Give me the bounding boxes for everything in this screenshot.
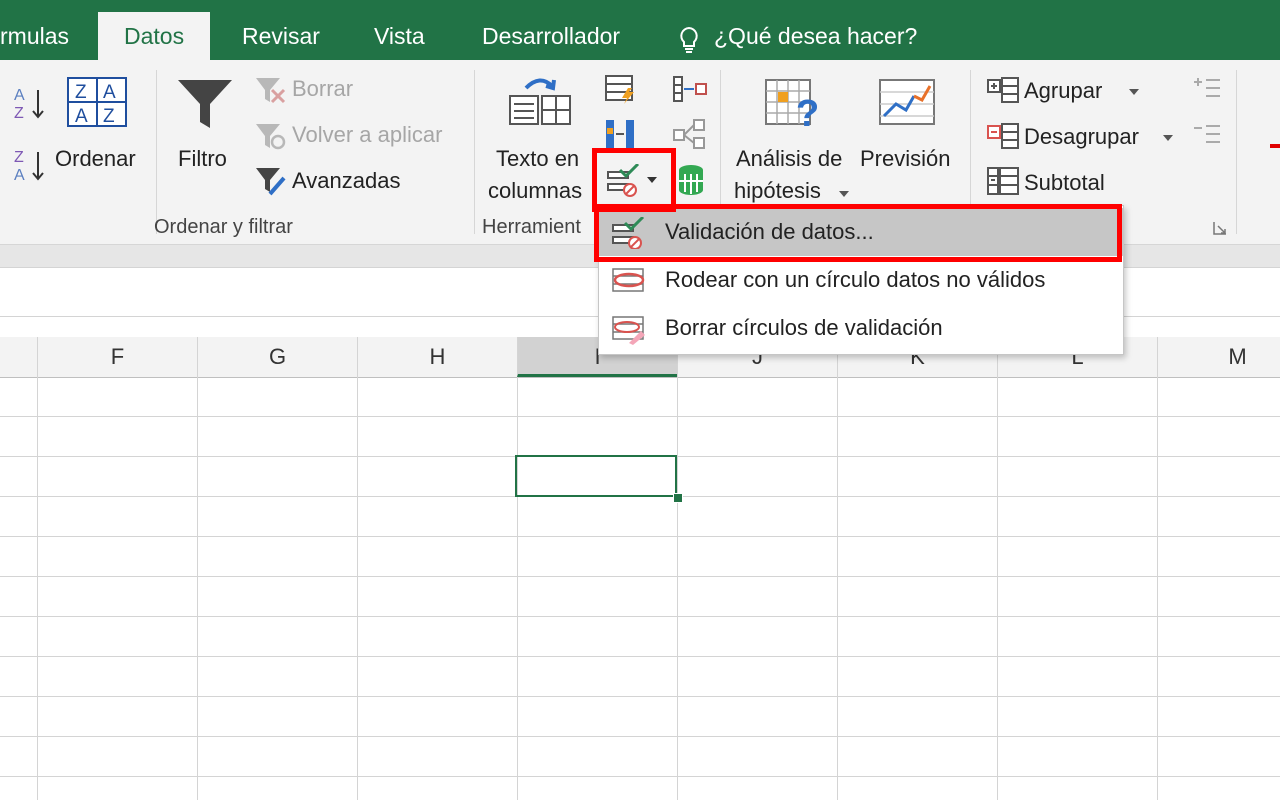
menu-item-clear-validation-circles[interactable]: Borrar círculos de validación: [599, 304, 1123, 352]
column-header[interactable]: M: [1157, 337, 1280, 377]
ribbon-separator: [474, 70, 475, 234]
group-button[interactable]: Agrupar: [1024, 78, 1102, 104]
sort-button[interactable]: Ordenar: [55, 146, 136, 172]
group-label-data-tools: Herramient: [482, 216, 581, 238]
chevron-down-icon[interactable]: [1128, 84, 1140, 102]
reapply-filter-icon: [254, 122, 286, 155]
advanced-filter-button[interactable]: Avanzadas: [292, 168, 400, 194]
tell-me-text: ¿Qué desea hacer?: [714, 23, 918, 49]
clear-filter-icon: [254, 76, 286, 109]
svg-text:A: A: [103, 82, 116, 103]
svg-text:A: A: [14, 87, 25, 104]
ribbon-tab-bar: rmulas Datos Revisar Vista Desarrollador…: [0, 0, 1280, 60]
manage-data-model-icon[interactable]: [676, 164, 706, 201]
what-if-label-2[interactable]: hipótesis: [734, 178, 821, 204]
column-header[interactable]: G: [197, 337, 357, 377]
clear-filter-button[interactable]: Borrar: [292, 76, 353, 102]
ribbon-separator: [1236, 70, 1237, 234]
tell-me-box[interactable]: ¿Qué desea hacer?: [656, 12, 943, 60]
tab-revisar[interactable]: Revisar: [216, 12, 346, 60]
forecast-sheet-icon[interactable]: [878, 78, 938, 133]
tab-desarrollador[interactable]: Desarrollador: [456, 12, 646, 60]
active-cell[interactable]: [515, 455, 677, 497]
svg-text:A: A: [14, 167, 25, 184]
what-if-analysis-icon[interactable]: ?: [764, 74, 826, 139]
group-label-sort-filter: Ordenar y filtrar: [154, 216, 293, 238]
text-to-columns-icon[interactable]: [508, 74, 572, 131]
sort-descending-icon[interactable]: ZA: [12, 146, 46, 191]
svg-text:Z: Z: [14, 149, 24, 166]
advanced-filter-icon: [254, 166, 286, 201]
red-mark: [1270, 144, 1280, 148]
filter-funnel-icon[interactable]: [176, 76, 234, 137]
ungroup-rows-icon[interactable]: [986, 122, 1020, 155]
text-to-columns-label-1[interactable]: Texto en: [496, 146, 579, 172]
chevron-down-icon[interactable]: [1162, 130, 1174, 148]
highlight-validation-button: [592, 148, 676, 212]
worksheet-grid[interactable]: [0, 377, 1280, 800]
tab-vista[interactable]: Vista: [348, 12, 451, 60]
menu-item-label: Borrar círculos de validación: [665, 315, 943, 340]
subtotal-button[interactable]: Subtotal: [1024, 170, 1105, 196]
ungroup-button[interactable]: Desagrupar: [1024, 124, 1139, 150]
svg-text:Z: Z: [103, 106, 115, 127]
subtotal-icon[interactable]: [986, 166, 1020, 201]
show-detail-icon: [1192, 74, 1222, 109]
relationships-icon[interactable]: [672, 118, 708, 155]
chevron-down-icon[interactable]: [838, 186, 850, 204]
forecast-sheet-button[interactable]: Previsión: [860, 146, 950, 172]
svg-text:?: ?: [796, 93, 819, 134]
fill-handle[interactable]: [673, 493, 683, 503]
what-if-label-1[interactable]: Análisis de: [736, 146, 842, 172]
clear-validation-circles-icon: [611, 313, 647, 350]
highlight-validation-menu-item: [594, 204, 1122, 262]
text-to-columns-label-2[interactable]: columnas: [488, 178, 582, 204]
svg-text:Z: Z: [14, 105, 24, 122]
tab-datos[interactable]: Datos: [98, 12, 211, 60]
menu-item-label: Rodear con un círculo datos no válidos: [665, 267, 1046, 292]
tab-formulas[interactable]: rmulas: [0, 12, 95, 60]
flash-fill-icon[interactable]: [604, 74, 638, 109]
svg-text:A: A: [75, 106, 88, 127]
circle-invalid-data-icon: [611, 265, 647, 300]
reapply-filter-button[interactable]: Volver a aplicar: [292, 122, 442, 148]
svg-text:Z: Z: [75, 82, 87, 103]
menu-item-circle-invalid-data[interactable]: Rodear con un círculo datos no válidos: [599, 256, 1123, 304]
column-header[interactable]: H: [357, 337, 517, 377]
sort-ascending-icon[interactable]: AZ: [12, 84, 46, 129]
hide-detail-icon: [1192, 120, 1222, 155]
group-rows-icon[interactable]: [986, 76, 1020, 109]
filter-button[interactable]: Filtro: [178, 146, 227, 172]
column-header[interactable]: F: [37, 337, 197, 377]
consolidate-icon[interactable]: [672, 74, 708, 109]
ribbon-separator: [156, 70, 157, 234]
dialog-launcher-icon[interactable]: [1212, 220, 1228, 241]
sort-dialog-icon[interactable]: ZAAZ: [66, 76, 128, 133]
